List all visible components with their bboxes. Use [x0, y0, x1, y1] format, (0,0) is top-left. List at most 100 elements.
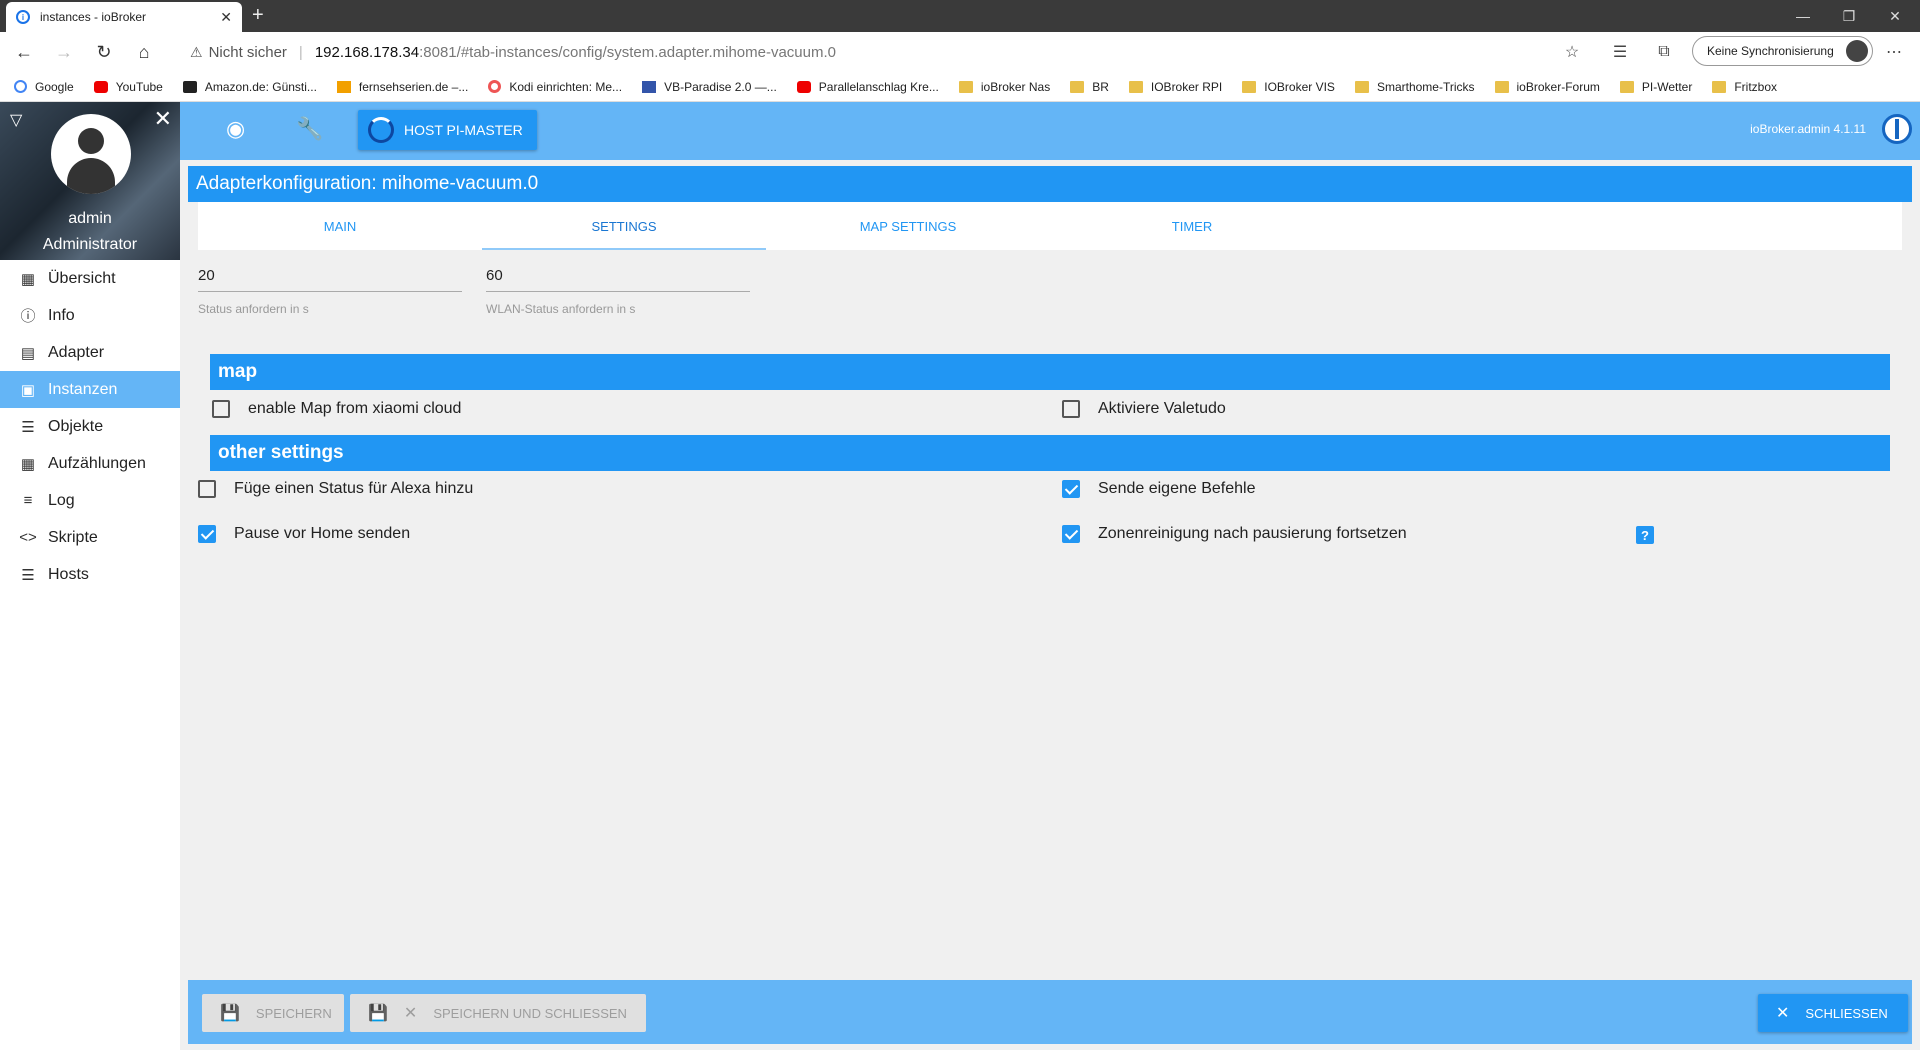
host-button[interactable]: HOST PI-MASTER	[358, 110, 537, 150]
bookmark-iobroker-forum[interactable]: ioBroker-Forum	[1494, 80, 1600, 94]
tab-title: instances - ioBroker	[40, 10, 147, 24]
sidebar-item-skripte[interactable]: <> Skripte	[0, 519, 180, 556]
tab-main[interactable]: MAIN	[198, 202, 482, 250]
close-icon: ✕	[1776, 1005, 1790, 1022]
tab-map-settings[interactable]: MAP SETTINGS	[766, 202, 1050, 250]
enum-icon: ▦	[20, 455, 36, 473]
checkbox-unchecked-icon	[198, 480, 216, 498]
alexa-status-checkbox[interactable]: Füge einen Status für Alexa hinzu	[198, 480, 473, 498]
amazon-icon	[182, 80, 197, 93]
close-button[interactable]: ✕ SCHLIESSEN	[1758, 994, 1908, 1032]
user-role: Administrator	[42, 236, 138, 253]
collections-icon[interactable]: ⧉	[1648, 36, 1680, 68]
wlan-interval-input[interactable]: 60	[486, 260, 750, 292]
sidebar-close-icon[interactable]: ✕	[154, 106, 172, 132]
app-topbar: ◉ 🔧 HOST PI-MASTER ioBroker.admin 4.1.11	[180, 102, 1920, 160]
pause-home-checkbox[interactable]: Pause vor Home senden	[198, 525, 410, 543]
status-interval-field: 20 Status anfordern in s	[198, 260, 462, 316]
help-icon[interactable]: ?	[1636, 526, 1654, 544]
bookmark-google[interactable]: Google	[14, 80, 74, 94]
menu-toggle-icon[interactable]: ▽	[10, 110, 22, 130]
sidebar-item-instanzen[interactable]: ▣ Instanzen	[0, 371, 180, 408]
window-close-icon[interactable]: ✕	[1872, 0, 1918, 32]
forward-icon[interactable]: →	[48, 36, 80, 68]
folder-icon	[1494, 80, 1509, 93]
bookmark-fritzbox[interactable]: Fritzbox	[1712, 80, 1777, 94]
checkbox-checked-icon	[1062, 480, 1080, 498]
home-icon[interactable]: ⌂	[128, 36, 160, 68]
bookmark-iobroker-nas[interactable]: ioBroker Nas	[958, 80, 1050, 94]
folder-icon	[1128, 80, 1143, 93]
bookmark-fernsehserien[interactable]: fernsehserien.de –...	[336, 80, 468, 94]
new-tab-button[interactable]: +	[252, 4, 264, 26]
checkbox-unchecked-icon	[212, 400, 230, 418]
checkbox-checked-icon	[198, 525, 216, 543]
version-label: ioBroker.admin 4.1.11	[1750, 122, 1866, 136]
sidebar-item-hosts[interactable]: ☰ Hosts	[0, 556, 180, 593]
close-icon: ✕	[403, 1005, 418, 1022]
tab-settings[interactable]: SETTINGS	[482, 202, 766, 250]
sidebar-menu: ▦ Übersicht ⓘ Info ▤ Adapter ▣ Instanzen ☰ Ob…	[0, 260, 180, 593]
user-profile: ▽ ✕ admin Administrator	[0, 102, 180, 260]
floppy-icon: 💾	[368, 1005, 388, 1022]
valetudo-checkbox[interactable]: Aktiviere Valetudo	[1062, 400, 1226, 418]
sidebar: ▽ ✕ admin Administrator ▦ Übersicht ⓘ Info…	[0, 102, 180, 1050]
iobroker-logo-icon	[1882, 114, 1912, 144]
bookmark-br[interactable]: BR	[1070, 80, 1109, 94]
eye-icon[interactable]: ◉	[226, 116, 245, 142]
sync-button[interactable]: Keine Synchronisierung	[1692, 36, 1873, 66]
folder-icon	[1712, 80, 1727, 93]
url-field[interactable]: ⚠ Nicht sicher | 192.168.178.34 :8081/#t…	[190, 36, 1590, 68]
security-label[interactable]: Nicht sicher	[209, 44, 287, 61]
bookmark-kodi[interactable]: Kodi einrichten: Me...	[488, 80, 622, 94]
url-path: :8081/#tab-instances/config/system.adapt…	[419, 43, 836, 61]
sidebar-item-adapter[interactable]: ▤ Adapter	[0, 334, 180, 371]
more-icon[interactable]: ⋯	[1878, 36, 1910, 68]
browser-tab[interactable]: i instances - ioBroker ✕	[6, 2, 242, 32]
bookmark-amazon[interactable]: Amazon.de: Günsti...	[182, 80, 317, 94]
wrench-icon[interactable]: 🔧	[296, 116, 323, 142]
config-title: Adapterkonfiguration: mihome-vacuum.0	[188, 166, 1912, 202]
favorite-star-icon[interactable]: ☆	[1556, 36, 1588, 68]
code-icon: <>	[19, 529, 37, 546]
bookmark-smarthome-tricks[interactable]: Smarthome-Tricks	[1354, 80, 1475, 94]
url-host: 192.168.178.34	[314, 43, 420, 61]
sidebar-item-objekte[interactable]: ☰ Objekte	[0, 408, 180, 445]
favorites-list-icon[interactable]: ☰	[1604, 36, 1636, 68]
sidebar-item-log[interactable]: ≡ Log	[0, 482, 180, 519]
vb-paradise-icon	[642, 80, 657, 93]
minimize-icon[interactable]: —	[1780, 0, 1826, 32]
back-icon[interactable]: ←	[8, 36, 40, 68]
bookmark-parallelanschlag[interactable]: Parallelanschlag Kre...	[796, 80, 939, 94]
save-button[interactable]: 💾 SPEICHERN	[202, 994, 344, 1032]
instances-icon: ▣	[20, 381, 36, 399]
tab-timer[interactable]: TIMER	[1050, 202, 1334, 250]
bookmark-pi-wetter[interactable]: PI-Wetter	[1619, 80, 1692, 94]
bookmark-youtube[interactable]: YouTube	[93, 80, 163, 94]
bookmark-iobroker-rpi[interactable]: IOBroker RPI	[1128, 80, 1222, 94]
youtube-icon	[796, 80, 811, 93]
username: admin	[68, 210, 112, 227]
folder-icon	[1242, 80, 1257, 93]
bookmark-iobroker-vis[interactable]: IOBroker VIS	[1242, 80, 1335, 94]
zone-resume-checkbox[interactable]: Zonenreinigung nach pausierung fortsetze…	[1062, 525, 1407, 543]
url-separator: |	[298, 43, 303, 61]
reload-icon[interactable]: ↻	[88, 36, 120, 68]
enable-map-checkbox[interactable]: enable Map from xiaomi cloud	[212, 400, 461, 418]
restore-icon[interactable]: ❐	[1826, 0, 1872, 32]
list-icon: ☰	[21, 418, 35, 436]
status-interval-input[interactable]: 20	[198, 260, 462, 292]
sidebar-item-aufzaehlungen[interactable]: ▦ Aufzählungen	[0, 445, 180, 482]
hosts-icon: ☰	[21, 566, 35, 584]
own-commands-checkbox[interactable]: Sende eigene Befehle	[1062, 480, 1255, 498]
folder-icon	[1354, 80, 1369, 93]
grid-icon: ▦	[20, 270, 36, 288]
address-bar: ← → ↻ ⌂ ⚠ Nicht sicher | 192.168.178.34 …	[0, 32, 1920, 72]
save-and-close-button[interactable]: 💾 ✕ SPEICHERN UND SCHLIESSEN	[350, 994, 646, 1032]
tab-close-icon[interactable]: ✕	[220, 9, 232, 26]
sidebar-item-uebersicht[interactable]: ▦ Übersicht	[0, 260, 180, 297]
youtube-icon	[93, 80, 108, 93]
sidebar-item-info[interactable]: ⓘ Info	[0, 297, 180, 334]
folder-icon	[958, 80, 973, 93]
bookmark-vb-paradise[interactable]: VB-Paradise 2.0 —...	[642, 80, 777, 94]
